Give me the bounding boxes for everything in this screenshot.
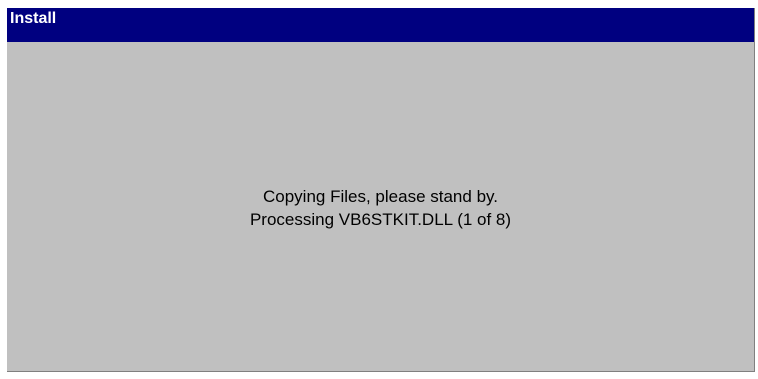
status-line-processing: Processing VB6STKIT.DLL (1 of 8)	[249, 210, 512, 229]
window-title: Install	[10, 10, 57, 27]
title-bar[interactable]: Install	[7, 8, 754, 42]
dialog-client-area: Copying Files, please stand by. Processi…	[7, 42, 754, 371]
install-dialog: Install Copying Files, please stand by. …	[7, 8, 755, 372]
status-line-copying: Copying Files, please stand by.	[263, 187, 498, 206]
status-message: Copying Files, please stand by. Processi…	[7, 185, 754, 231]
